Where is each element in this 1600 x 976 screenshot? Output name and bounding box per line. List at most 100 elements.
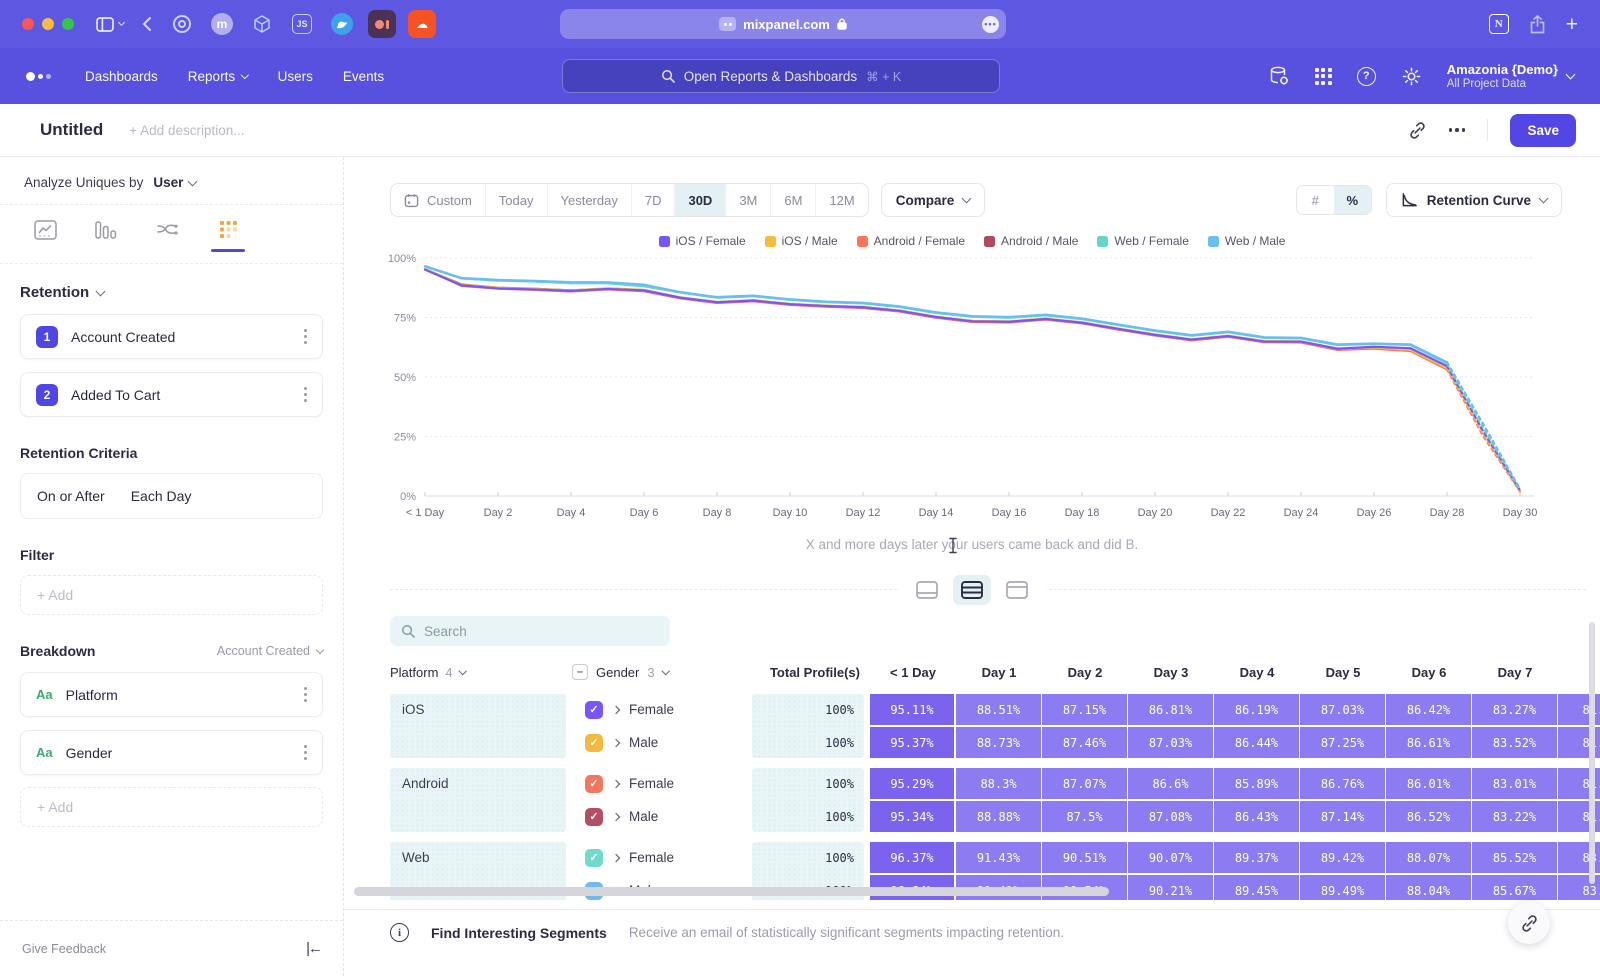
extension-js-icon[interactable]: JS xyxy=(288,10,316,38)
legend-item[interactable]: Android / Female xyxy=(857,234,965,248)
global-search-input[interactable]: Open Reports & Dashboards ⌘ + K xyxy=(562,59,1000,93)
gender-row-female[interactable]: ✓Female xyxy=(572,694,752,725)
extension-cube-icon[interactable] xyxy=(248,10,276,38)
give-feedback-link[interactable]: Give Feedback xyxy=(22,942,106,956)
retention-cell[interactable]: 83.27% xyxy=(1472,694,1558,725)
browser-sidebar-toggle-icon[interactable] xyxy=(96,17,124,32)
range-30d[interactable]: 30D xyxy=(675,184,726,216)
retention-cell[interactable]: 90.51% xyxy=(1042,842,1128,873)
range-today[interactable]: Today xyxy=(486,184,548,216)
retention-cell[interactable]: 95.34% xyxy=(870,801,956,832)
retention-cell[interactable]: 86.43% xyxy=(1214,801,1300,832)
notion-tab-icon[interactable]: N xyxy=(1489,14,1509,34)
retention-cell[interactable]: 88.51% xyxy=(956,694,1042,725)
breakdown-card-platform[interactable]: Aa Platform xyxy=(20,672,323,717)
series-checkbox[interactable]: ✓ xyxy=(585,734,603,752)
url-more-icon[interactable]: ••• xyxy=(982,16,999,33)
retention-cell[interactable]: 95.11% xyxy=(870,694,956,725)
retention-cell[interactable]: 87.25% xyxy=(1300,727,1386,758)
help-icon[interactable]: ? xyxy=(1357,67,1376,86)
column-day[interactable]: Day 5 xyxy=(1300,665,1386,680)
nav-item-events[interactable]: Events xyxy=(343,69,384,84)
tab-retention[interactable] xyxy=(207,220,249,263)
range-7d[interactable]: 7D xyxy=(632,184,676,216)
share-icon[interactable] xyxy=(1529,15,1546,34)
step-event-name[interactable]: Account Created xyxy=(71,329,291,345)
extension-matter-icon[interactable] xyxy=(368,10,396,38)
step-options-icon[interactable] xyxy=(304,329,307,343)
gender-row-female[interactable]: ✓Female xyxy=(572,768,752,799)
retention-cell[interactable]: 88.04% xyxy=(1386,875,1472,900)
column-day[interactable]: Day 3 xyxy=(1128,665,1214,680)
step-card-1[interactable]: 1 Account Created xyxy=(20,314,323,359)
maximize-window-icon[interactable] xyxy=(62,18,74,30)
minimize-window-icon[interactable] xyxy=(42,18,54,30)
retention-cell[interactable]: 86.44% xyxy=(1214,727,1300,758)
nav-item-dashboards[interactable]: Dashboards xyxy=(85,69,158,84)
find-segments-title[interactable]: Find Interesting Segments xyxy=(431,925,607,941)
column-day[interactable]: < 1 Day xyxy=(870,665,956,680)
share-link-fab[interactable] xyxy=(1508,902,1550,944)
step-options-icon[interactable] xyxy=(304,387,307,401)
table-search-input[interactable]: Search xyxy=(390,616,670,646)
retention-section-header[interactable]: Retention xyxy=(20,284,323,301)
extension-target-icon[interactable] xyxy=(168,10,196,38)
retention-cell[interactable]: 85.67% xyxy=(1472,875,1558,900)
retention-cell[interactable]: 86.52% xyxy=(1386,801,1472,832)
column-total-profiles[interactable]: Total Profile(s) xyxy=(752,665,870,680)
breakdown-card-gender[interactable]: Aa Gender xyxy=(20,730,323,775)
select-all-checkbox[interactable]: – xyxy=(572,664,588,680)
analyze-value[interactable]: User xyxy=(153,175,183,190)
legend-item[interactable]: Android / Male xyxy=(984,234,1078,248)
retention-cell[interactable]: 83.52% xyxy=(1472,727,1558,758)
retention-cell[interactable]: 87.07% xyxy=(1042,768,1128,799)
retention-cell[interactable]: 86.42% xyxy=(1386,694,1472,725)
breakdown-event-selector[interactable]: Account Created xyxy=(217,644,323,658)
retention-cell[interactable]: 86.61% xyxy=(1386,727,1472,758)
more-options-icon[interactable] xyxy=(1449,128,1466,132)
tab-funnels[interactable] xyxy=(85,220,127,263)
retention-cell[interactable]: 87.14% xyxy=(1300,801,1386,832)
legend-item[interactable]: Web / Female xyxy=(1097,234,1188,248)
retention-cell[interactable]: 86.81% xyxy=(1128,694,1214,725)
compare-button[interactable]: Compare xyxy=(881,183,986,217)
column-day[interactable]: Day 2 xyxy=(1042,665,1128,680)
horizontal-scrollbar[interactable] xyxy=(354,887,1109,896)
layout-table-only-icon[interactable] xyxy=(998,575,1036,605)
gender-row-male[interactable]: ✓Male xyxy=(572,727,752,758)
window-controls[interactable] xyxy=(22,18,74,30)
series-checkbox[interactable]: ✓ xyxy=(585,775,603,793)
browser-back-icon[interactable] xyxy=(142,17,152,31)
url-bar[interactable]: mixpanel.com ••• xyxy=(560,9,1006,39)
nav-item-users[interactable]: Users xyxy=(278,69,313,84)
chevron-right-icon[interactable] xyxy=(612,738,620,746)
retention-cell[interactable]: 88.88% xyxy=(956,801,1042,832)
legend-item[interactable]: Web / Male xyxy=(1208,234,1285,248)
gender-row-female[interactable]: ✓Female xyxy=(572,842,752,873)
project-switcher[interactable]: Amazonia {Demo} All Project Data xyxy=(1447,62,1574,90)
extension-m-icon[interactable]: m xyxy=(208,10,236,38)
criteria-mode[interactable]: On or After xyxy=(37,488,105,504)
range-12m[interactable]: 12M xyxy=(816,184,867,216)
data-management-icon[interactable] xyxy=(1268,65,1290,87)
criteria-window[interactable]: Each Day xyxy=(131,488,192,504)
retention-cell[interactable]: 89.45% xyxy=(1214,875,1300,900)
analyze-uniques-row[interactable]: Analyze Uniques by User xyxy=(0,157,343,205)
extension-bird-icon[interactable] xyxy=(328,10,356,38)
retention-cell[interactable]: 85.52% xyxy=(1472,842,1558,873)
apps-grid-icon[interactable] xyxy=(1315,68,1332,85)
legend-item[interactable]: iOS / Male xyxy=(765,234,838,248)
retention-criteria-card[interactable]: On or After Each Day xyxy=(20,473,323,519)
platform-cell[interactable]: Android xyxy=(390,768,566,832)
gender-row-male[interactable]: ✓Male xyxy=(572,801,752,832)
range-yesterday[interactable]: Yesterday xyxy=(548,184,632,216)
retention-cell[interactable]: 87.08% xyxy=(1128,801,1214,832)
range-6m[interactable]: 6M xyxy=(771,184,816,216)
copy-link-icon[interactable] xyxy=(1408,121,1427,140)
retention-cell[interactable]: 90.07% xyxy=(1128,842,1214,873)
breakdown-property-name[interactable]: Gender xyxy=(66,745,291,761)
column-platform[interactable]: Platform 4 xyxy=(390,665,572,680)
tab-insights[interactable] xyxy=(24,220,66,263)
vertical-scrollbar[interactable] xyxy=(1589,622,1595,884)
retention-cell[interactable]: 87.46% xyxy=(1042,727,1128,758)
